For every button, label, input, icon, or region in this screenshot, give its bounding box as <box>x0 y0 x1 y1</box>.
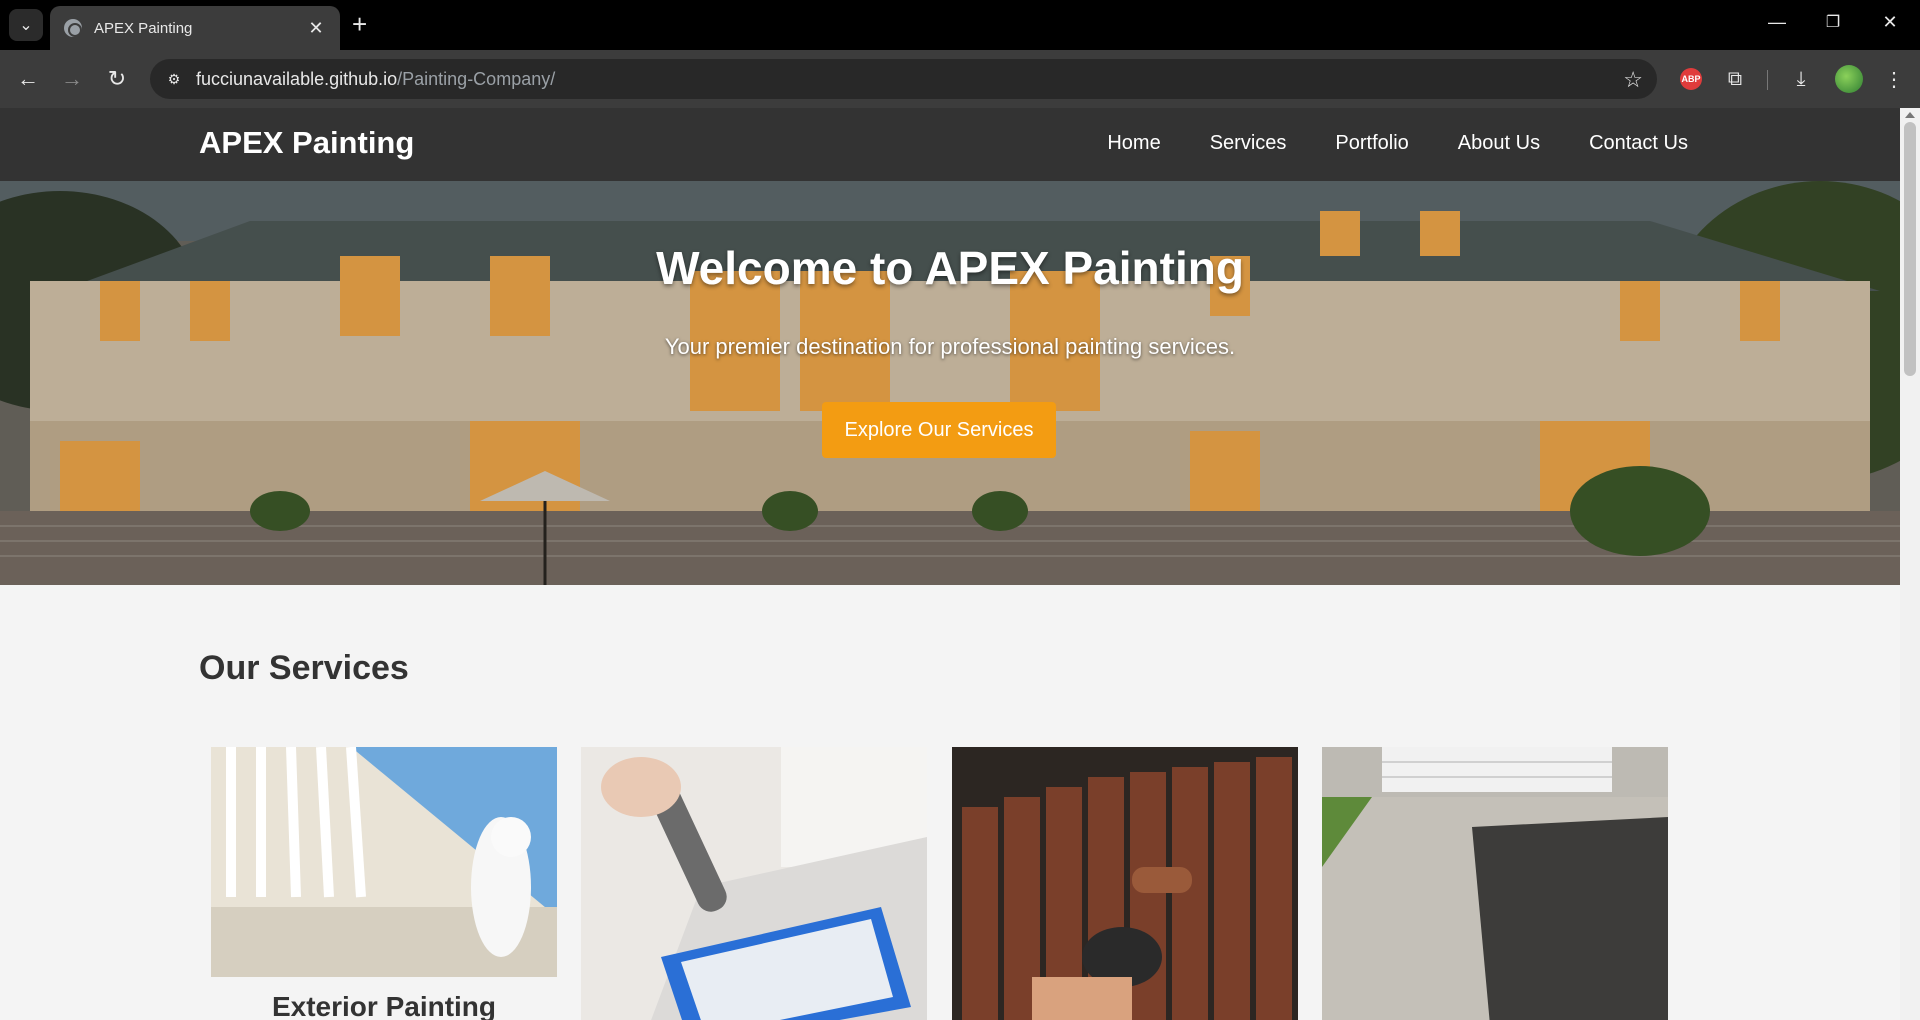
chevron-down-icon: ⌄ <box>19 17 33 34</box>
nav-about-us[interactable]: About Us <box>1458 132 1540 155</box>
url-text[interactable]: fucciunavailable.github.io/Painting-Comp… <box>196 69 555 90</box>
nav-portfolio[interactable]: Portfolio <box>1335 132 1408 155</box>
fence-staining-image <box>952 747 1298 1020</box>
close-icon[interactable]: ✕ <box>306 18 326 39</box>
extensions-puzzle-icon[interactable]: ⧉ <box>1721 65 1749 93</box>
minimize-icon[interactable]: — <box>1762 12 1792 33</box>
driveway-sealing-image <box>1322 747 1668 1020</box>
profile-avatar[interactable] <box>1835 65 1863 93</box>
tab-title: APEX Painting <box>94 19 193 37</box>
hero-banner: Welcome to APEX Painting Your premier de… <box>0 181 1900 585</box>
service-card-fence[interactable] <box>952 747 1298 1020</box>
bookmark-star-icon[interactable]: ☆ <box>1623 67 1643 93</box>
main-nav: Home Services Portfolio About Us Contact… <box>1058 132 1688 155</box>
service-card-exterior[interactable] <box>211 747 557 977</box>
page-viewport: APEX Painting Home Services Portfolio Ab… <box>0 108 1900 1020</box>
kebab-menu-icon[interactable]: ⋮ <box>1880 65 1908 93</box>
hero-title: Welcome to APEX Painting <box>656 242 1244 294</box>
nav-services[interactable]: Services <box>1210 132 1287 155</box>
browser-toolbar: ← → ↻ ⚙ fucciunavailable.github.io/Paint… <box>0 50 1920 108</box>
scroll-thumb[interactable] <box>1904 122 1916 376</box>
scroll-up-arrow-icon[interactable] <box>1905 112 1915 118</box>
browser-tab-bar: ⌄ APEX Painting ✕ + — ❐ ✕ <box>0 0 1920 50</box>
browser-tab-active[interactable]: APEX Painting ✕ <box>50 6 340 50</box>
new-tab-plus-icon[interactable]: + <box>352 11 367 37</box>
site-logo[interactable]: APEX Painting <box>199 125 414 161</box>
download-icon[interactable]: ⤓ <box>1787 65 1815 93</box>
globe-icon <box>64 19 82 37</box>
explore-services-button[interactable]: Explore Our Services <box>822 402 1056 458</box>
hero-subtitle: Your premier destination for professiona… <box>664 334 1236 359</box>
service-card-interior[interactable] <box>581 747 927 1020</box>
site-header: APEX Painting Home Services Portfolio Ab… <box>0 108 1900 181</box>
reload-icon[interactable]: ↻ <box>102 64 132 94</box>
forward-arrow-icon[interactable]: → <box>57 64 87 94</box>
url-path: /Painting-Company/ <box>397 68 556 89</box>
service-card-title: Exterior Painting <box>271 991 497 1020</box>
paint-roller-tray-image <box>581 747 927 1020</box>
back-arrow-icon[interactable]: ← <box>13 64 43 94</box>
adblock-plus-icon[interactable]: ABP <box>1680 68 1702 90</box>
tab-search-button[interactable]: ⌄ <box>9 9 43 41</box>
page-scrollbar[interactable] <box>1900 108 1920 1020</box>
nav-home[interactable]: Home <box>1107 132 1160 155</box>
restore-icon[interactable]: ❐ <box>1818 12 1848 32</box>
window-close-icon[interactable]: ✕ <box>1875 12 1905 33</box>
services-heading: Our Services <box>199 649 409 687</box>
service-card-driveway[interactable] <box>1322 747 1668 1020</box>
site-settings-icon[interactable]: ⚙ <box>164 69 184 89</box>
toolbar-divider <box>1767 70 1768 90</box>
nav-contact-us[interactable]: Contact Us <box>1589 132 1688 155</box>
exterior-painting-image <box>211 747 557 977</box>
url-host: fucciunavailable.github.io <box>196 68 398 89</box>
address-bar[interactable]: ⚙ fucciunavailable.github.io/Painting-Co… <box>150 59 1657 99</box>
